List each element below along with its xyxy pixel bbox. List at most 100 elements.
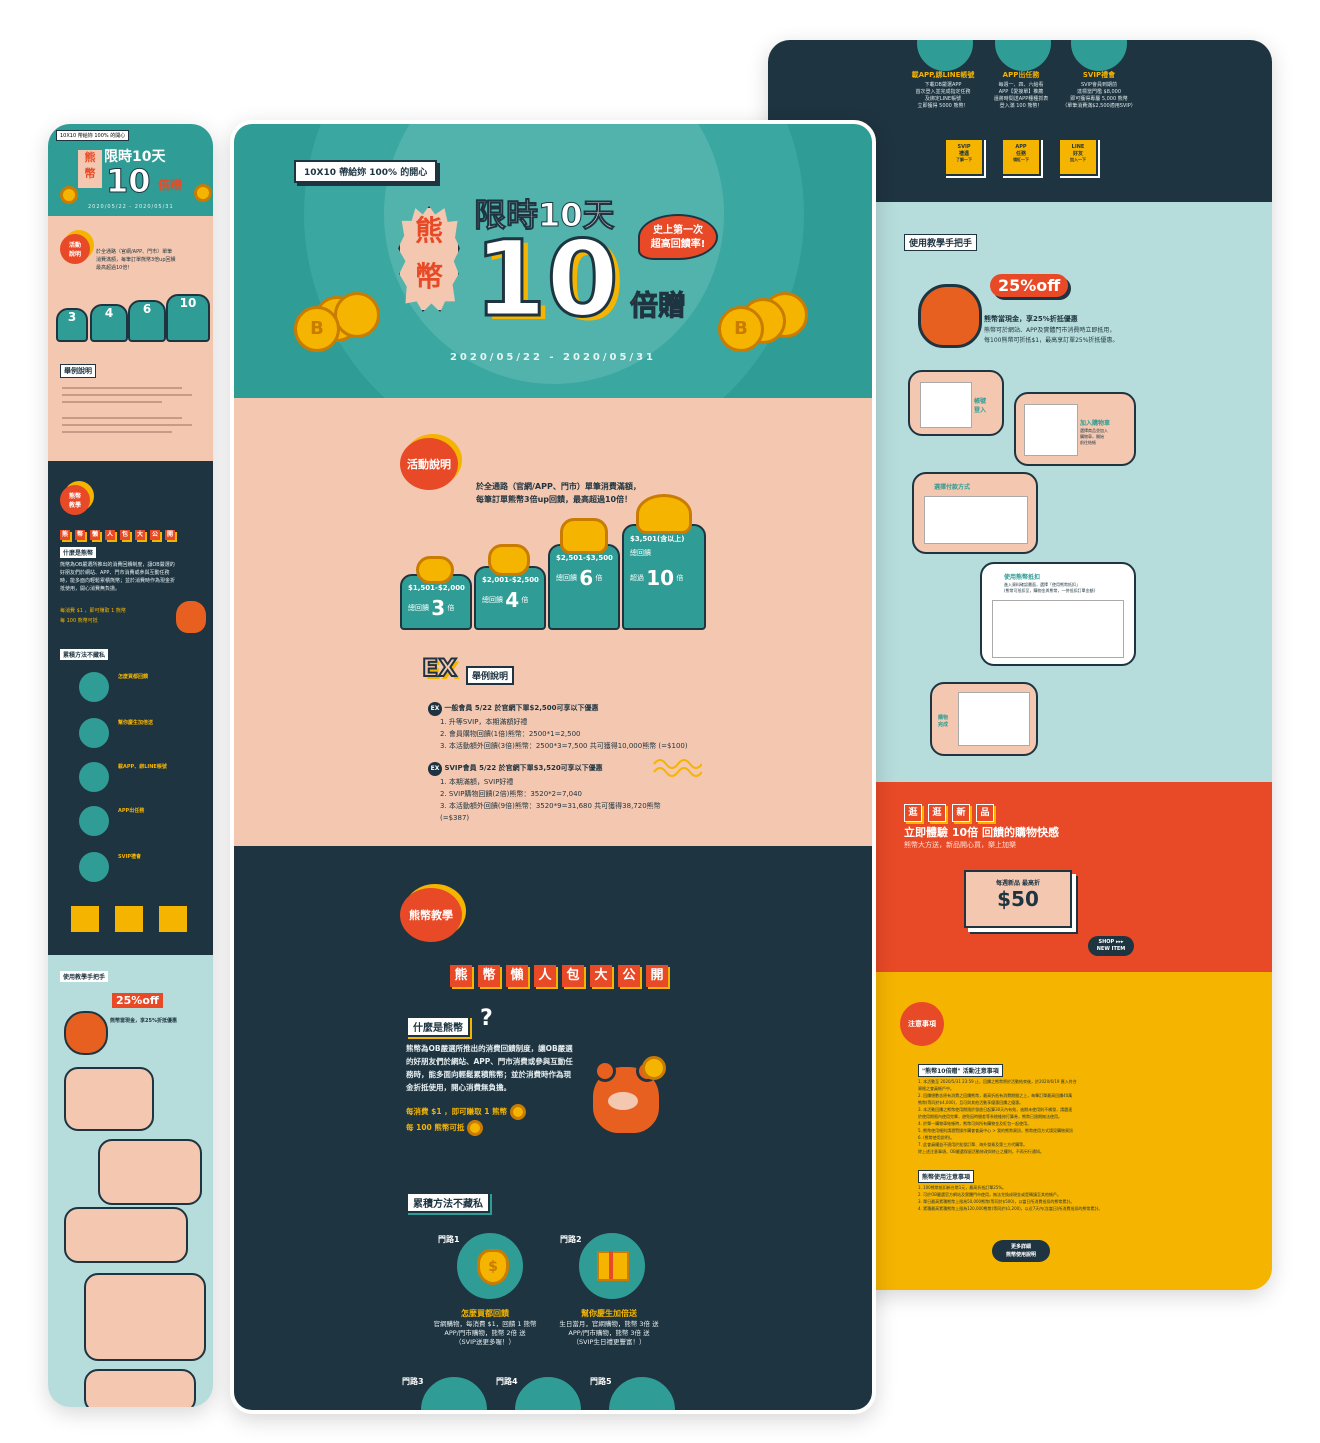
ex1-line-3: 3. 本活動額外回饋(3倍)熊幣：2500*3=7,500 共可獲得10,000… bbox=[440, 742, 688, 750]
left-what-desc: 熊幣為OB嚴選所推出的消費回饋制度，讓OB嚴選的好朋友們於網站、APP、門市消費… bbox=[60, 562, 176, 592]
right-step-3-label: 選擇付款方式 bbox=[934, 484, 971, 491]
activity-bubble: 活動說明 bbox=[400, 438, 458, 490]
ex-title: 舉例說明 bbox=[466, 666, 515, 685]
tutorial-char-7: 公 bbox=[618, 965, 640, 987]
right-step-4: 使用熊幣抵扣 進入資料確認畫面，選擇「使用熊幣抵扣」 (熊幣可抵扣至，購物金與熊… bbox=[980, 562, 1136, 666]
tier-1-mult: 3 bbox=[431, 596, 446, 620]
tier-4-total: 超過 10 倍 bbox=[630, 566, 698, 590]
right-step-2: 加入購物車 選擇商品並加入 購物車，開始 前往結帳 bbox=[1014, 392, 1136, 466]
what-question-icon: ? bbox=[480, 1006, 493, 1031]
right-shop-button[interactable]: SHOP ▸▸▸ NEW ITEM bbox=[1088, 936, 1134, 956]
left-method-1-title: 怎麼買都回饋 bbox=[118, 674, 149, 680]
left-teach-bear bbox=[64, 1011, 108, 1055]
tutorial-bubble: 熊幣教學 bbox=[400, 888, 462, 942]
tier-2-coin-bag bbox=[488, 544, 530, 576]
tier-4-prefix: 超過 bbox=[630, 574, 644, 582]
ex2-line-3: 3. 本活動額外回饋(9倍)熊幣：3520*9=31,680 共可獲得38,72… bbox=[440, 802, 661, 822]
hero-coin-letter-left: B bbox=[310, 318, 324, 339]
notice-line: 除上述注意事項，OB嚴選保留活動修改與終止之權利，不再另行通知。 bbox=[918, 1149, 1044, 1154]
tier-2-range: $2,001-$2,500 bbox=[482, 576, 539, 584]
left-tier-3: 6 bbox=[128, 300, 166, 342]
right-step-3: 選擇付款方式 bbox=[912, 472, 1038, 554]
left-tier-2: 4 bbox=[90, 304, 128, 342]
method-1-label: 門路1 bbox=[438, 1235, 460, 1244]
method-2-label: 門路2 bbox=[560, 1235, 582, 1244]
rate-2-coin-icon bbox=[467, 1120, 484, 1136]
method-2-desc: 生日當月，官網購物，熊幣 3倍 送 APP/門市購物，熊幣 3倍 送 （SVIP… bbox=[559, 1320, 659, 1346]
method-1-title: 怎麼買都回饋 bbox=[461, 1309, 509, 1318]
notice-line: 3. 單日最高累積熊幣上限為50,000熊幣(等同於$500)，以當日所消費抵扣… bbox=[918, 1199, 1075, 1204]
left-step-3 bbox=[64, 1207, 188, 1263]
main-activity-section: 活動說明 於全通路（官網/APP、門市）單筆消費滿額， 每筆訂單熊幣3倍up回饋… bbox=[234, 398, 872, 846]
left-svip-badge[interactable] bbox=[70, 905, 100, 933]
left-hero-coin-left bbox=[60, 186, 78, 204]
tier-1-total: 總回饋 3 倍 bbox=[408, 596, 464, 620]
rate-1-text: 每消費 $1 ，即可賺取 1 熊幣 bbox=[406, 1107, 508, 1116]
notice-line: 資格之會員帳戶中。 bbox=[918, 1086, 954, 1091]
right-line-badge[interactable]: LINE 好友 加入一下 bbox=[1058, 138, 1098, 176]
tier-4-coin-bag bbox=[636, 494, 692, 534]
desktop-preview-card-main: 10X10 帶給妳 100% 的開心 熊幣 限時10天 10 倍贈 史上第一次 … bbox=[230, 120, 876, 1414]
ex2-head: EX SVIP會員 5/22 於官網下單$3,520可享以下優惠 bbox=[428, 762, 688, 776]
left-tutorial-section: 熊幣 教學 熊幣懶人包大公開 什麼是熊幣 熊幣為OB嚴選所推出的消費回饋制度，讓… bbox=[48, 461, 213, 955]
right-notice-bubble: 注意事項 bbox=[900, 1002, 944, 1046]
left-method-4-title: APP出任務 bbox=[118, 808, 145, 814]
hero-coin-letter-right: B bbox=[734, 318, 748, 339]
tier-3-suffix: 倍 bbox=[595, 574, 603, 582]
rate-1: 每消費 $1 ，即可賺取 1 熊幣 bbox=[406, 1104, 526, 1120]
hero-badge: 10X10 帶給妳 100% 的開心 bbox=[294, 160, 438, 183]
right-shop-char-1: 逛 bbox=[904, 804, 922, 822]
money-bag-icon: $ bbox=[477, 1249, 509, 1285]
right-teach-desc: 熊幣可於網站、APP及實體門市消費時立即抵用， 每100熊幣可折抵$1，最高享訂… bbox=[984, 327, 1119, 344]
tier-3-total: 總回饋 6 倍 bbox=[556, 566, 612, 590]
main-hero: 10X10 帶給妳 100% 的開心 熊幣 限時10天 10 倍贈 史上第一次 … bbox=[234, 124, 872, 398]
notice-line: 1. 100熊幣抵扣新台幣1元，最高折抵訂單25%。 bbox=[918, 1185, 1007, 1190]
left-line-badge[interactable] bbox=[158, 905, 188, 933]
tier-2-suffix: 倍 bbox=[521, 596, 529, 604]
left-teach-head: 熊幣當現金，享25%折抵優惠 bbox=[110, 1018, 177, 1024]
right-step-5: 購物 完成 bbox=[930, 682, 1038, 756]
tier-3-coin-bag bbox=[560, 518, 608, 554]
notice-line: 5. 熊幣使用細則請瀏覽操作購會會員中心 > 我的熊幣資訊，熊幣使用方式請見購物… bbox=[918, 1128, 1073, 1133]
right-step-2-label: 加入購物車 bbox=[1080, 420, 1111, 427]
method-4-icon bbox=[512, 1374, 584, 1410]
hero-first-badge: 史上第一次 超高回饋率! bbox=[638, 214, 718, 260]
tier-1-range: $1,501-$2,000 bbox=[408, 584, 465, 592]
left-hero-ten: 10 bbox=[106, 162, 152, 201]
hero-kuma: 熊幣 bbox=[398, 206, 460, 312]
method-3-label: 門路3 bbox=[402, 1377, 424, 1386]
left-what-title: 什麼是熊幣 bbox=[60, 547, 97, 558]
right-svip-badge-sub: 了解一下 bbox=[956, 157, 972, 162]
ex1-line-1: 1. 升等SVIP，本期滿額好禮 bbox=[440, 718, 528, 726]
right-svip-badge[interactable]: SVIP 禮遇 了解一下 bbox=[944, 138, 984, 176]
right-app-badge[interactable]: APP 任務 領紅一下 bbox=[1001, 138, 1041, 176]
ex1: EX 一般會員 5/22 於官網下單$2,500可享以下優惠 1. 升等SVIP… bbox=[428, 702, 688, 752]
left-method-2-title: 幫你慶生加倍送 bbox=[118, 720, 154, 726]
ex1-head: EX 一般會員 5/22 於官網下單$2,500可享以下優惠 bbox=[428, 702, 688, 716]
main-tutorial-section: 熊幣教學 熊幣懶人包大公開 什麼是熊幣 ? 熊幣為OB嚴選所推出的消費回饋制度，… bbox=[234, 846, 872, 1410]
method-2-icon bbox=[576, 1230, 648, 1302]
left-method-5 bbox=[76, 849, 112, 885]
ex2-line-1: 1. 本期滿額，SVIP好禮 bbox=[440, 778, 514, 786]
right-shop-char-4: 品 bbox=[976, 804, 994, 822]
left-step-1 bbox=[64, 1067, 154, 1131]
right-step-4-desc: 進入資料確認畫面，選擇「使用熊幣抵扣」 (熊幣可抵扣至，購物金與熊幣，一併抵扣訂… bbox=[1004, 582, 1096, 593]
mobile-preview-card: 10X10 帶給妳 100% 的開心 熊幣 限時10天 10 倍贈 2020/0… bbox=[48, 124, 213, 1407]
left-method-1 bbox=[76, 669, 112, 705]
left-hero-coin-right bbox=[194, 184, 212, 202]
left-method-5-title: SVIP禮會 bbox=[118, 854, 141, 860]
method-1-icon: $ bbox=[454, 1230, 526, 1302]
right-line-badge-label: LINE 好友 bbox=[1071, 144, 1085, 157]
notice-line: 1. 本活動至 2020/5/31 23:59 止，回饋之熊幣將於活動結束後，於… bbox=[918, 1079, 1077, 1084]
right-more-button[interactable]: 更多詳細 熊幣使用說明 bbox=[992, 1240, 1050, 1262]
left-step-5 bbox=[84, 1369, 196, 1407]
left-activity-section: 活動 說明 於全通路（官網/APP、門市）單筆 消費滿額，每筆訂單熊幣3倍up回… bbox=[48, 216, 213, 461]
left-method-3-title: 載APP、綁LINE帳號 bbox=[118, 764, 167, 770]
notice-line: 3. 本活動回饋之熊幣使用期限於發放日起算30天內有效，逾期未使用則不補發，請盡… bbox=[918, 1107, 1073, 1112]
tier-container: $1,501-$2,000 總回饋 3 倍 $2,001-$2,500 總回饋 … bbox=[400, 494, 706, 630]
hero-coin-b-left: B bbox=[294, 306, 340, 352]
squiggle-decor bbox=[653, 759, 702, 777]
gift-icon bbox=[597, 1251, 629, 1281]
left-app-badge[interactable] bbox=[114, 905, 144, 933]
left-tutorial-bubble: 熊幣 教學 bbox=[60, 485, 90, 515]
